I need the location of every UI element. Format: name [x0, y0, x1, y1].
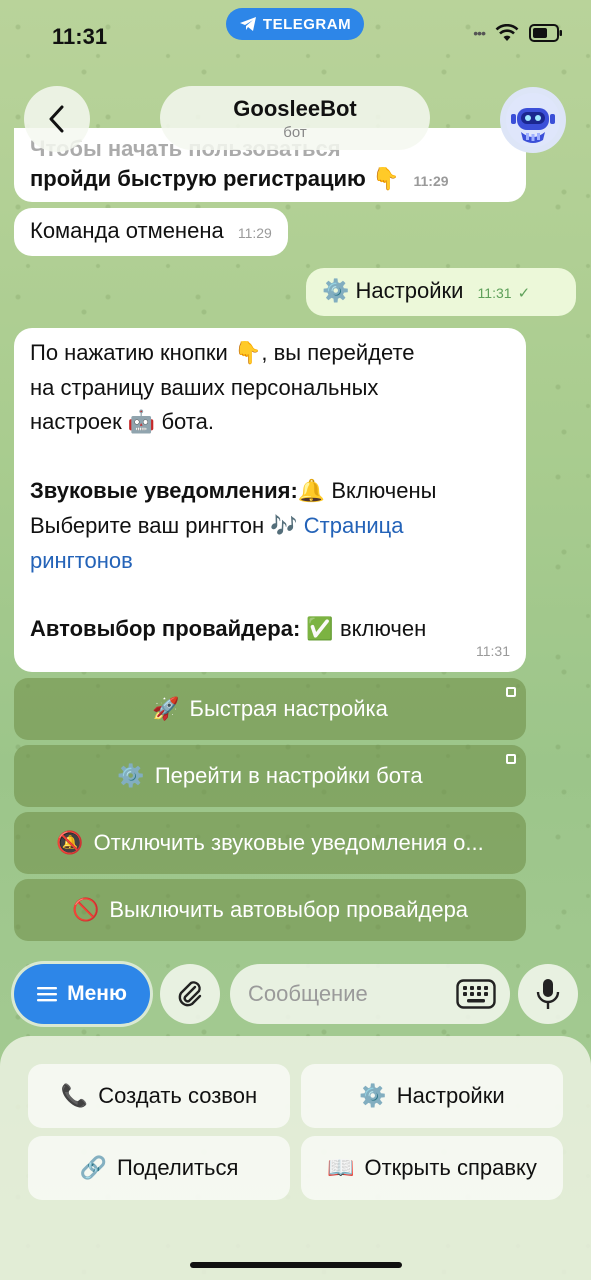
web-app-icon: [506, 687, 516, 697]
notes-emoji: 🎶: [270, 514, 298, 539]
sound-label: Звуковые уведомления:: [30, 478, 298, 503]
telegram-pill[interactable]: TELEGRAM: [226, 8, 364, 40]
message-registration-line2: пройди быструю регистрацию: [30, 166, 366, 191]
reply-keyboard: 📞 Создать созвон ⚙️ Настройки 🔗 Поделить…: [0, 1036, 591, 1280]
inline-button-disable-provider[interactable]: 🚫 Выключить автовыбор провайдера: [14, 879, 526, 941]
message-settings-info: По нажатию кнопки 👇, вы перейдете на стр…: [14, 328, 526, 672]
microphone-icon: [536, 979, 560, 1009]
text-fragment: бота.: [161, 409, 214, 434]
paperclip-icon: [178, 981, 202, 1007]
hamburger-icon: [37, 987, 58, 1002]
book-emoji: 📖: [327, 1155, 355, 1181]
message-cancelled-text: Команда отменена: [30, 218, 224, 243]
reply-button-label: Открыть справку: [364, 1155, 537, 1180]
text-fragment: По нажатию кнопки: [30, 340, 228, 365]
point-down-emoji: 👇: [233, 341, 262, 366]
web-app-icon: [506, 754, 516, 764]
avatar[interactable]: [500, 87, 566, 153]
text-fragment: Выберите ваш рингтон: [30, 513, 265, 538]
robot-emoji: 🤖: [127, 410, 156, 435]
reply-button-settings[interactable]: ⚙️ Настройки: [301, 1064, 563, 1128]
telegram-pill-label: TELEGRAM: [262, 15, 352, 33]
bot-name: GoosleeBot: [233, 96, 357, 121]
inline-button-bot-settings[interactable]: ⚙️ Перейти в настройки бота: [14, 745, 526, 807]
message-time: 11:31: [476, 643, 510, 659]
ringtones-link-cont[interactable]: рингтонов: [30, 544, 510, 578]
text-fragment: , вы перейдете: [261, 340, 415, 365]
back-button[interactable]: [24, 86, 90, 152]
provider-value: включен: [339, 616, 427, 641]
check-emoji: ✅: [306, 617, 334, 642]
attach-button[interactable]: [160, 964, 220, 1024]
chevron-left-icon: [49, 105, 64, 133]
inline-button-label: Выключить автовыбор провайдера: [109, 897, 469, 922]
read-check-icon: ✓: [517, 285, 531, 302]
inline-button-label: Перейти в настройки бота: [154, 763, 423, 788]
menu-label: Меню: [67, 982, 127, 1005]
message-time: 11:31: [477, 285, 512, 301]
robot-avatar-icon: [506, 93, 560, 147]
link-emoji: 🔗: [79, 1155, 107, 1181]
sound-value: Включены: [331, 478, 437, 503]
gear-emoji: ⚙️: [322, 279, 350, 304]
inline-button-label: Быстрая настройка: [189, 696, 388, 721]
bell-emoji: 🔔: [297, 479, 326, 504]
status-icons: •••: [473, 24, 563, 42]
telegram-plane-icon: [239, 17, 256, 31]
reply-button-share[interactable]: 🔗 Поделиться: [28, 1136, 290, 1200]
inline-button-quick-setup[interactable]: 🚀 Быстрая настройка: [14, 678, 526, 740]
muted-bell-emoji: 🔕: [56, 830, 84, 856]
prohibited-emoji: 🚫: [71, 897, 100, 923]
signal-dots-icon: •••: [473, 25, 486, 41]
provider-label: Автовыбор провайдера:: [30, 616, 301, 641]
reply-button-label: Настройки: [396, 1083, 505, 1108]
reply-button-label: Создать созвон: [98, 1083, 258, 1108]
message-time: 11:29: [237, 225, 272, 241]
message-cancelled: Команда отменена 11:29: [14, 208, 288, 256]
clock: 11:31: [52, 24, 108, 49]
rocket-emoji: 🚀: [152, 696, 180, 722]
keyboard-icon[interactable]: [456, 979, 496, 1009]
message-settings-text: Настройки: [355, 278, 464, 303]
gear-emoji: ⚙️: [359, 1083, 387, 1109]
inline-button-label: Отключить звуковые уведомления о...: [93, 830, 484, 855]
text-fragment: на страницу ваших персональных: [30, 375, 379, 400]
reply-button-label: Поделиться: [116, 1155, 239, 1180]
menu-button[interactable]: Меню: [14, 964, 150, 1024]
message-settings-outgoing: ⚙️ Настройки 11:31 ✓: [306, 268, 576, 316]
phone-emoji: 📞: [60, 1083, 89, 1109]
home-indicator[interactable]: [190, 1262, 402, 1268]
bot-subtitle: бот: [283, 124, 307, 141]
battery-icon: [529, 24, 562, 42]
reply-button-call[interactable]: 📞 Создать созвон: [28, 1064, 290, 1128]
message-time: 11:29: [413, 173, 449, 189]
inline-button-disable-sound[interactable]: 🔕 Отключить звуковые уведомления о...: [14, 812, 526, 874]
wifi-icon: [495, 24, 519, 41]
voice-button[interactable]: [518, 964, 578, 1024]
chat-title[interactable]: GoosleeBot бот: [160, 86, 430, 150]
text-fragment: настроек: [30, 409, 122, 434]
gear-emoji: ⚙️: [117, 763, 145, 789]
message-input-placeholder: Сообщение: [248, 981, 368, 1006]
point-down-emoji: 👇: [371, 167, 400, 192]
reply-button-help[interactable]: 📖 Открыть справку: [301, 1136, 563, 1200]
status-bar: 11:31 TELEGRAM •••: [0, 0, 591, 72]
ringtones-link[interactable]: Страница: [304, 513, 404, 538]
message-input[interactable]: Сообщение: [230, 964, 510, 1024]
